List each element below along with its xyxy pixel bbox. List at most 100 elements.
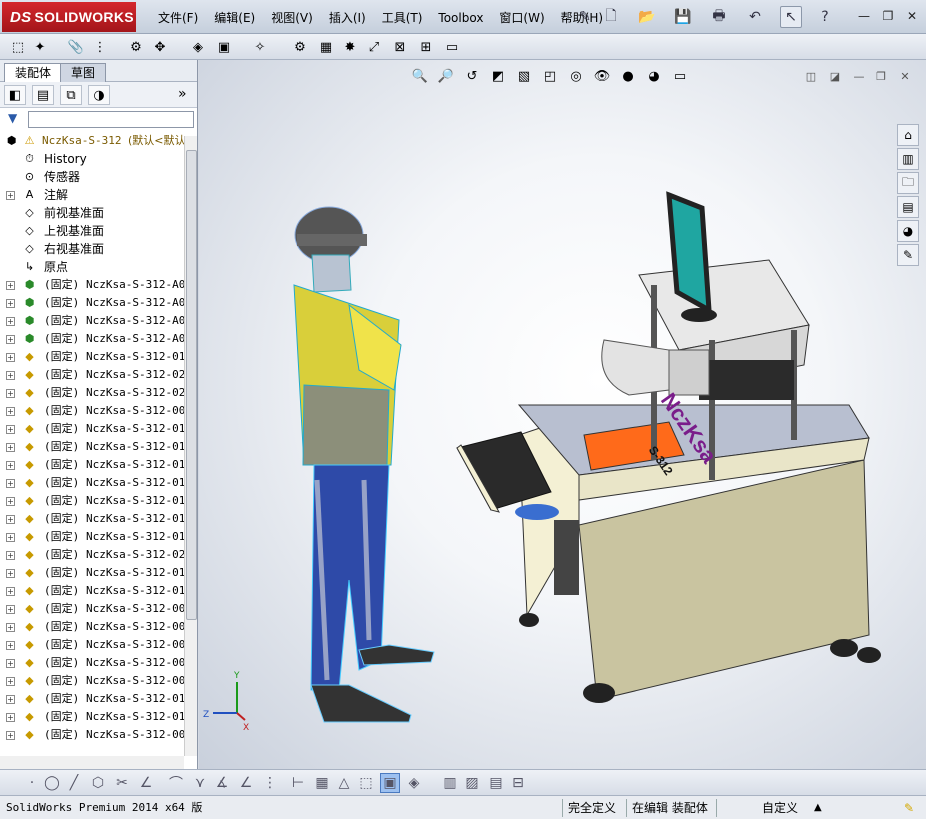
menu-window[interactable]: 窗口(W) (491, 9, 552, 27)
tree-part-row[interactable]: + ◆ (固定) NczKsa-S-312-006 (0, 600, 184, 618)
solidworks-logo[interactable]: DS SOLIDWORKS (2, 2, 136, 32)
table-icon[interactable]: ▤ (486, 773, 506, 793)
expand-icon[interactable]: + (6, 389, 15, 398)
new-motion-study-icon[interactable]: ⚙ (290, 37, 310, 57)
appearances-icon[interactable]: ◕ (897, 220, 919, 242)
chamfer-icon[interactable]: ⋎ (190, 773, 210, 793)
new-part-icon[interactable]: ✦ (30, 37, 50, 57)
save-icon[interactable]: 💾 (672, 6, 694, 28)
menu-insert[interactable]: 插入(I) (321, 9, 374, 27)
expand-icon[interactable]: + (6, 335, 15, 344)
tree-item[interactable]: ◇ 右视基准面 (0, 240, 184, 258)
expand-icon[interactable]: + (6, 299, 15, 308)
circle-icon[interactable]: ◯ (42, 773, 62, 793)
shaded-icon[interactable]: ▣ (380, 773, 400, 793)
tree-part-row[interactable]: + ◆ (固定) NczKsa-S-312-001 (0, 726, 184, 744)
trim-icon[interactable]: ✂ (112, 773, 132, 793)
tree-part-row[interactable]: + ◆ (固定) NczKsa-S-312-018 (0, 582, 184, 600)
tree-scrollbar[interactable] (184, 136, 197, 756)
expand-icon[interactable]: + (6, 281, 15, 290)
expand-icon[interactable]: + (6, 641, 15, 650)
explode-line-icon[interactable]: ⤢ (364, 37, 384, 57)
expand-icon[interactable]: + (6, 191, 15, 200)
expand-icon[interactable]: + (6, 533, 15, 542)
assembly-features-icon[interactable]: ▣ (214, 37, 234, 57)
smart-fasteners-icon[interactable]: ⚙ (126, 37, 146, 57)
exploded-view-icon[interactable]: ✸ (340, 37, 360, 57)
polygon-icon[interactable]: ⬡ (88, 773, 108, 793)
home-icon[interactable]: ⌂ (897, 124, 919, 146)
tab-sketch[interactable]: 草图 (60, 63, 107, 82)
tree-part-row[interactable]: + ◆ (固定) NczKsa-S-312-020 (0, 366, 184, 384)
filter-icon[interactable]: ▼ (8, 111, 17, 125)
angle-icon[interactable]: ∠ (136, 773, 156, 793)
show-hidden-icon[interactable]: ◈ (188, 37, 208, 57)
tree-part-row[interactable]: + ⬢ (固定) NczKsa-S-312-A01 (0, 276, 184, 294)
expand-icon[interactable]: + (6, 677, 15, 686)
tree-item[interactable]: + A 注解 (0, 186, 184, 204)
restore-icon[interactable]: ❐ (879, 8, 897, 24)
tree-part-row[interactable]: + ◆ (固定) NczKsa-S-312-005 (0, 672, 184, 690)
file-explorer-icon[interactable]: 🗀 (897, 172, 919, 194)
machine-model[interactable] (456, 191, 881, 703)
rebuild-icon[interactable]: ✎ (900, 799, 918, 817)
tree-part-row[interactable]: + ◆ (固定) NczKsa-S-312-016 (0, 474, 184, 492)
tree-root[interactable]: ⬢ ⚠ NczKsa-S-312 (默认<默认 (0, 132, 184, 150)
pin-icon[interactable]: ✎ (574, 6, 596, 28)
tree-part-row[interactable]: + ◆ (固定) NczKsa-S-312-016 (0, 492, 184, 510)
tree-item[interactable]: ⏱ History (0, 150, 184, 168)
mate-icon[interactable]: 📎 (66, 37, 86, 57)
expand-icon[interactable]: + (6, 659, 15, 668)
insert-component-icon[interactable]: ⬚ (8, 37, 28, 57)
expand-icon[interactable]: + (6, 443, 15, 452)
expand-icon[interactable]: + (6, 569, 15, 578)
undo-icon[interactable]: ↶ (744, 6, 766, 28)
line-icon[interactable]: ╱ (64, 773, 84, 793)
reference-geometry-icon[interactable]: ✧ (250, 37, 270, 57)
expand-icon[interactable]: + (6, 515, 15, 524)
expand-icon[interactable]: + (6, 407, 15, 416)
custom-properties-icon[interactable]: ✎ (897, 244, 919, 266)
tree-item[interactable]: ◇ 上视基准面 (0, 222, 184, 240)
design-library-icon[interactable]: ▥ (897, 148, 919, 170)
linear-pattern-icon[interactable]: ⋮ (90, 37, 110, 57)
clearance-icon[interactable]: ⊞ (416, 37, 436, 57)
minimize-icon[interactable]: — (855, 8, 873, 24)
move-component-icon[interactable]: ✥ (150, 37, 170, 57)
offset-icon[interactable]: ∡ (212, 773, 232, 793)
tree-part-row[interactable]: + ◆ (固定) NczKsa-S-312-017 (0, 528, 184, 546)
tree-part-row[interactable]: + ◆ (固定) NczKsa-S-312-015 (0, 348, 184, 366)
tree-part-row[interactable]: + ◆ (固定) NczKsa-S-312-007 (0, 654, 184, 672)
expand-icon[interactable]: + (6, 479, 15, 488)
grid-icon[interactable]: ▦ (312, 773, 332, 793)
tree-part-row[interactable]: + ◆ (固定) NczKsa-S-312-017 (0, 510, 184, 528)
expand-icon[interactable]: + (6, 461, 15, 470)
expand-icon[interactable]: + (6, 713, 15, 722)
expand-icon[interactable]: + (6, 695, 15, 704)
help-icon[interactable]: ? (814, 6, 836, 28)
filter-input[interactable] (28, 111, 194, 128)
expand-icon[interactable]: + (6, 353, 15, 362)
dimension-icon[interactable]: ⊢ (288, 773, 308, 793)
tree-part-row[interactable]: + ◆ (固定) NczKsa-S-312-011 (0, 708, 184, 726)
tree-part-row[interactable]: + ◆ (固定) NczKsa-S-312-002 (0, 636, 184, 654)
tree-part-row[interactable]: + ◆ (固定) NczKsa-S-312-020 (0, 384, 184, 402)
tree-part-row[interactable]: + ⬢ (固定) NczKsa-S-312-A01 (0, 330, 184, 348)
expand-icon[interactable]: + (6, 605, 15, 614)
tree-hscrollbar[interactable] (0, 756, 184, 770)
tree-part-row[interactable]: + ◆ (固定) NczKsa-S-312-022 (0, 546, 184, 564)
tree-part-row[interactable]: + ◆ (固定) NczKsa-S-312-018 (0, 564, 184, 582)
menu-tools[interactable]: 工具(T) (374, 9, 431, 27)
expand-icon[interactable]: + (6, 317, 15, 326)
expand-icon[interactable]: + (6, 425, 15, 434)
split-icon[interactable]: ⊟ (508, 773, 528, 793)
tree-item[interactable]: ↳ 原点 (0, 258, 184, 276)
select-icon[interactable]: ↖ (780, 6, 802, 28)
cube-icon[interactable]: ◈ (404, 773, 424, 793)
display-manager-icon[interactable]: ◑ (88, 85, 110, 105)
expand-icon[interactable]: + (6, 623, 15, 632)
layers-icon[interactable]: ▥ (440, 773, 460, 793)
menu-view[interactable]: 视图(V) (263, 9, 321, 27)
chevron-up-icon[interactable]: ▲ (810, 799, 826, 817)
construction-icon[interactable]: ⋮ (260, 773, 280, 793)
